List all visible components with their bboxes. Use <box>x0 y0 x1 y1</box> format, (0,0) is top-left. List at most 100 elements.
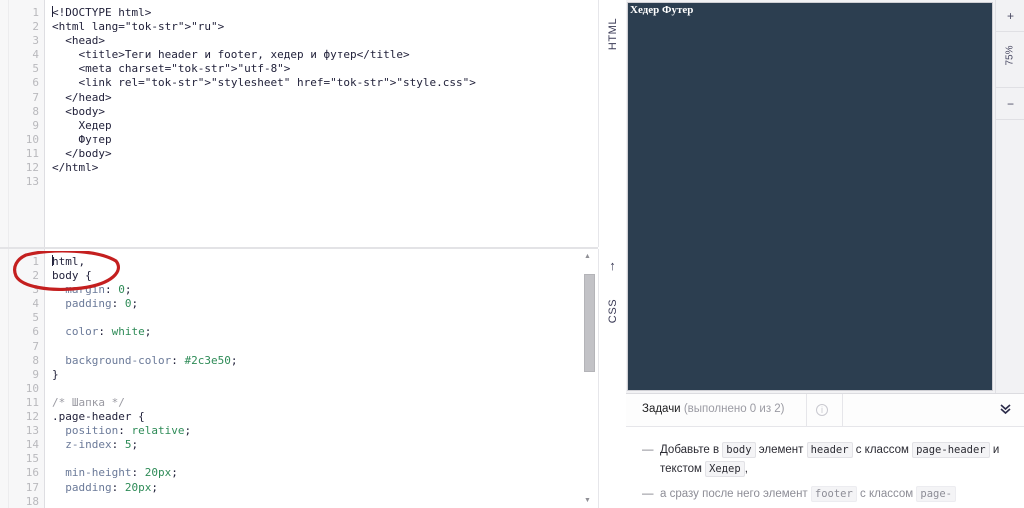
code-line[interactable]: padding: 0; <box>52 297 598 311</box>
scroll-up-arrow-icon[interactable]: ▲ <box>581 251 594 262</box>
editors-column: 1 2 3 4 5 6 7 8 9 10 11 12 13 <!DOCTYPE html> <html l… <box>0 0 598 508</box>
code-line[interactable]: </html> <box>52 161 598 175</box>
code-line[interactable]: Футер <box>52 133 598 147</box>
task-code-token: header <box>806 442 853 458</box>
task-code-token: page-header <box>912 442 990 458</box>
line-number: 16 <box>25 466 39 480</box>
line-number: 9 <box>32 118 39 132</box>
tab-css-label[interactable]: CSS <box>607 299 619 323</box>
scrollbar-track[interactable] <box>583 262 595 495</box>
line-number: 8 <box>32 104 39 118</box>
zoom-in-button[interactable]: + <box>996 0 1024 32</box>
line-number: 7 <box>32 90 39 104</box>
line-number: 1 <box>32 6 39 19</box>
code-line[interactable] <box>52 311 598 325</box>
html-editor-left-strip <box>0 0 9 247</box>
code-line[interactable]: body { <box>52 269 598 283</box>
code-line[interactable]: <!DOCTYPE html> <box>52 6 598 20</box>
line-number: 1 <box>32 255 39 268</box>
line-number: 17 <box>25 480 39 494</box>
code-line[interactable]: <html lang="tok-str">"ru"> <box>52 20 598 34</box>
task-bullet: — <box>642 488 654 500</box>
line-number: 6 <box>32 325 39 339</box>
line-number: 6 <box>32 76 39 90</box>
line-number: 7 <box>32 339 39 353</box>
chevron-double-down-icon[interactable] <box>999 402 1012 420</box>
code-line[interactable]: background-color: #2c3e50; <box>52 354 598 368</box>
line-number: 3 <box>32 34 39 48</box>
tasks-list: — Добавьте в body элемент header с классо… <box>626 427 1024 508</box>
line-number: 11 <box>25 146 39 160</box>
scroll-down-arrow-icon[interactable]: ▼ <box>581 495 594 506</box>
css-tab-column: ↑ CSS <box>598 249 626 508</box>
scroll-to-top-arrow-icon[interactable]: ↑ <box>609 259 616 272</box>
code-line[interactable] <box>52 452 598 466</box>
scrollbar-thumb[interactable] <box>584 274 595 372</box>
task-text: а сразу после него элемент <box>660 488 811 500</box>
task-code-token: page- <box>916 486 956 502</box>
line-number: 4 <box>32 48 39 62</box>
line-number: 4 <box>32 297 39 311</box>
code-line[interactable]: z-index: 5; <box>52 438 598 452</box>
code-line[interactable]: <title>Теги header и footer, хедер и фут… <box>52 48 598 62</box>
code-line[interactable]: position: relative; <box>52 424 598 438</box>
tasks-panel-header: Задачи (выполнено 0 из 2) i <box>626 394 1024 427</box>
tasks-panel: Задачи (выполнено 0 из 2) i — Добавьте в … <box>626 393 1024 508</box>
code-line[interactable] <box>52 340 598 354</box>
code-line[interactable]: padding: 20px; <box>52 481 598 495</box>
html-tab-column: HTML <box>598 0 626 247</box>
line-number: 5 <box>32 62 39 76</box>
code-line[interactable]: } <box>52 368 598 382</box>
code-line[interactable] <box>52 175 598 189</box>
right-column: Хедер Футер + 75% − Задачи (выполнено 0 … <box>626 0 1024 508</box>
code-line[interactable]: </head> <box>52 91 598 105</box>
preview-panel: Хедер Футер <box>626 0 995 393</box>
code-line[interactable]: margin: 0; <box>52 283 598 297</box>
code-line[interactable]: .page-header { <box>52 410 598 424</box>
preview-rendered-text: Хедер Футер <box>630 4 694 16</box>
line-number: 12 <box>25 161 39 175</box>
html-code-area[interactable]: <!DOCTYPE html> <html lang="tok-str">"ru"… <box>46 0 598 247</box>
text-caret <box>52 255 53 266</box>
tasks-title-text: Задачи <box>642 403 681 415</box>
line-number: 18 <box>25 494 39 508</box>
code-line[interactable]: <head> <box>52 34 598 48</box>
code-line[interactable] <box>52 495 598 508</box>
code-line[interactable]: Хедер <box>52 119 598 133</box>
line-number: 14 <box>25 438 39 452</box>
code-line[interactable]: html, <box>52 255 598 269</box>
code-line[interactable]: <body> <box>52 105 598 119</box>
zoom-level-display[interactable]: 75% <box>996 32 1024 88</box>
line-number: 9 <box>32 367 39 381</box>
task-code-token: Хедер <box>705 461 745 477</box>
code-line[interactable]: <meta charset="tok-str">"utf-8"> <box>52 62 598 76</box>
tasks-header-separator-2 <box>842 394 843 426</box>
css-code-area[interactable]: html, body { margin: 0; padding: 0; color… <box>46 249 598 508</box>
code-line[interactable]: color: white; <box>52 325 598 339</box>
zoom-rail: + 75% − <box>995 0 1024 393</box>
line-number: 3 <box>32 283 39 297</box>
task-text: Добавьте в <box>660 444 723 456</box>
code-line[interactable]: <link rel="tok-str">"stylesheet" href="t… <box>52 76 598 90</box>
preview-iframe[interactable]: Хедер Футер <box>627 2 993 391</box>
code-line[interactable]: min-height: 20px; <box>52 466 598 480</box>
task-bullet: — <box>642 444 654 456</box>
css-editor-pane[interactable]: 1 2 3 4 5 6 7 8 9 10 11 12 13 14 15 16 17 18 html, body { … <box>0 249 598 508</box>
task-code-token: footer <box>810 486 857 502</box>
zoom-out-button[interactable]: − <box>996 88 1024 120</box>
line-number: 2 <box>32 20 39 34</box>
line-number: 12 <box>25 410 39 424</box>
tab-html-label[interactable]: HTML <box>607 18 619 50</box>
line-number: 11 <box>25 395 39 409</box>
html-editor-pane[interactable]: 1 2 3 4 5 6 7 8 9 10 11 12 13 <!DOCTYPE html> <html l… <box>0 0 598 247</box>
task-item: — Добавьте в body элемент header с классо… <box>642 441 1008 479</box>
info-icon[interactable]: i <box>816 404 828 416</box>
css-editor-scrollbar[interactable]: ▲ ▼ <box>581 251 595 506</box>
code-line[interactable] <box>52 382 598 396</box>
tasks-title: Задачи (выполнено 0 из 2) <box>642 403 785 415</box>
code-line[interactable]: </body> <box>52 147 598 161</box>
line-number: 5 <box>32 311 39 325</box>
task-text: , <box>744 463 748 475</box>
code-line[interactable]: /* Шапка */ <box>52 396 598 410</box>
line-number: 15 <box>25 452 39 466</box>
